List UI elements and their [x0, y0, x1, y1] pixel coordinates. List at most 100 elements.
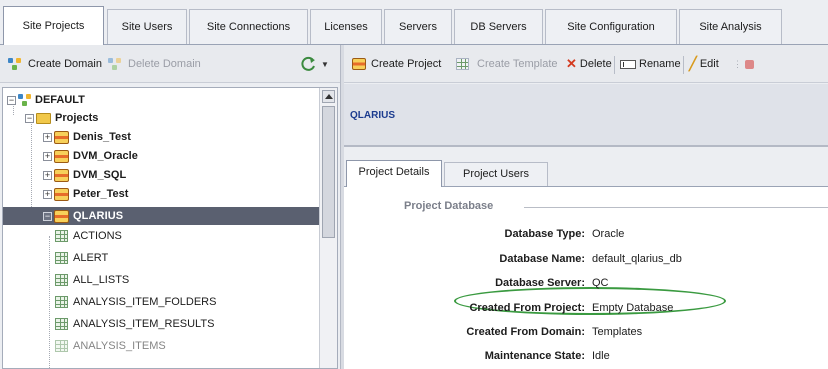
tree-node-project[interactable]: + DVM_Oracle [43, 147, 337, 165]
more-icon: ⋮ [733, 58, 742, 69]
table-icon [55, 318, 68, 330]
section-divider [524, 207, 828, 208]
tab-db-servers[interactable]: DB Servers [454, 9, 543, 45]
database-server-value: QC [592, 277, 609, 289]
tab-project-details[interactable]: Project Details [346, 160, 442, 187]
project-details-pane: Create Project Create Template ✕ Delete … [344, 45, 828, 369]
tree-node-table[interactable]: ANALYSIS_ITEM_RESULTS [55, 315, 337, 333]
tree-node-label: Peter_Test [73, 188, 129, 200]
refresh-icon [301, 56, 315, 71]
scroll-up-arrow-icon[interactable] [322, 90, 335, 103]
table-icon [55, 230, 68, 242]
tree-node-table[interactable]: ANALYSIS_ITEM_FOLDERS [55, 293, 337, 311]
tree-node-domain[interactable]: − DEFAULT [7, 91, 323, 109]
collapse-icon[interactable]: − [25, 113, 34, 123]
delete-domain-icon [108, 57, 122, 71]
tab-servers[interactable]: Servers [384, 9, 452, 45]
tree-node-label: DVM_SQL [73, 169, 127, 181]
tree-node-project[interactable]: + Peter_Test [43, 185, 337, 203]
tree-node-table[interactable]: ACTIONS [55, 227, 337, 245]
table-icon [55, 296, 68, 308]
domain-project-pane: Create Domain Delete Domain ▼ − DEFAULT [0, 45, 340, 369]
created-from-project-label: Created From Project: [469, 302, 585, 314]
tab-site-configuration[interactable]: Site Configuration [545, 9, 677, 45]
tree-node-label: ALL_LISTS [73, 274, 130, 286]
create-domain-button[interactable]: Create Domain [8, 54, 102, 74]
created-from-domain-label: Created From Domain: [466, 326, 585, 338]
tree-guide [49, 236, 50, 368]
database-server-label: Database Server: [495, 277, 585, 289]
delete-x-icon: ✕ [566, 56, 577, 71]
tab-site-connections[interactable]: Site Connections [189, 9, 308, 45]
user-icon [745, 59, 754, 69]
expand-icon[interactable]: + [43, 151, 52, 161]
domain-tree[interactable]: − DEFAULT − Projects + Denis_Test + DVM_… [2, 87, 338, 369]
domain-toolbar: Create Domain Delete Domain ▼ [0, 45, 340, 83]
refresh-dropdown-button[interactable]: ▼ [300, 54, 329, 74]
table-icon [55, 252, 68, 264]
collapse-icon[interactable]: − [43, 211, 52, 221]
tab-site-analysis[interactable]: Site Analysis [679, 9, 782, 45]
tab-project-users[interactable]: Project Users [444, 162, 548, 186]
create-project-label: Create Project [371, 58, 442, 70]
create-template-button[interactable]: Create Template [456, 54, 558, 74]
chevron-down-icon: ▼ [321, 59, 329, 69]
toolbar-separator [683, 56, 684, 74]
database-type-label: Database Type: [504, 228, 586, 240]
expand-icon[interactable]: + [43, 170, 52, 180]
tab-licenses[interactable]: Licenses [310, 9, 382, 45]
tree-node-project-selected[interactable]: − QLARIUS [3, 207, 319, 225]
edit-label: Edit [699, 58, 719, 70]
table-icon [55, 274, 68, 286]
database-name-value: default_qlarius_db [592, 253, 682, 265]
project-title: QLARIUS [350, 110, 395, 121]
scroll-thumb[interactable] [322, 106, 335, 238]
maintenance-state-label: Maintenance State: [484, 350, 585, 362]
tree-node-label: ALERT [73, 252, 109, 264]
tree-node-label: ANALYSIS_ITEM_RESULTS [73, 318, 215, 330]
expand-icon[interactable]: + [43, 189, 52, 199]
database-type-value: Oracle [592, 228, 625, 240]
tree-node-project[interactable]: + Denis_Test [43, 128, 337, 146]
expand-icon[interactable]: + [43, 132, 52, 142]
rename-field-icon [620, 59, 636, 69]
create-domain-icon [8, 57, 22, 71]
create-template-icon [456, 58, 469, 70]
collapse-icon[interactable]: − [7, 95, 16, 105]
tree-node-projects-folder[interactable]: − Projects [25, 109, 337, 127]
tab-site-users[interactable]: Site Users [107, 9, 187, 45]
edit-project-button[interactable]: ╱ Edit [689, 54, 719, 74]
tree-scrollbar[interactable] [319, 88, 337, 368]
domain-icon [18, 93, 32, 107]
create-project-icon [352, 58, 366, 70]
entity-header: QLARIUS [344, 84, 828, 146]
created-from-project-value: Empty Database [592, 302, 674, 314]
tree-node-project[interactable]: + DVM_SQL [43, 166, 337, 184]
delete-project-button[interactable]: ✕ Delete [566, 54, 612, 74]
delete-domain-button[interactable]: Delete Domain [108, 54, 201, 74]
more-toolbar-button[interactable]: ⋮ [733, 54, 754, 74]
toolbar-separator [614, 56, 615, 74]
site-admin-tab-bar: Site Projects Site Users Site Connection… [0, 0, 828, 46]
project-icon [54, 187, 69, 201]
create-domain-label: Create Domain [28, 58, 102, 70]
rename-project-button[interactable]: Rename [620, 54, 681, 74]
tree-node-label: ANALYSIS_ITEMS [73, 340, 166, 352]
tab-site-projects[interactable]: Site Projects [3, 6, 104, 45]
create-template-label: Create Template [477, 58, 558, 70]
header-divider [344, 145, 828, 147]
delete-domain-label: Delete Domain [128, 58, 201, 70]
project-toolbar: Create Project Create Template ✕ Delete … [344, 45, 828, 83]
tree-node-table[interactable]: ALL_LISTS [55, 271, 337, 289]
table-icon [55, 340, 68, 352]
create-project-button[interactable]: Create Project [352, 54, 441, 74]
tree-node-label: ANALYSIS_ITEM_FOLDERS [73, 296, 217, 308]
tree-node-label: DVM_Oracle [73, 150, 138, 162]
project-icon [54, 168, 69, 182]
tree-node-label: DEFAULT [35, 94, 85, 106]
project-icon [54, 149, 69, 163]
tree-guide [31, 119, 32, 217]
tree-node-table[interactable]: ANALYSIS_ITEMS [55, 337, 337, 355]
tree-node-table[interactable]: ALERT [55, 249, 337, 267]
tree-node-label: QLARIUS [73, 210, 124, 222]
